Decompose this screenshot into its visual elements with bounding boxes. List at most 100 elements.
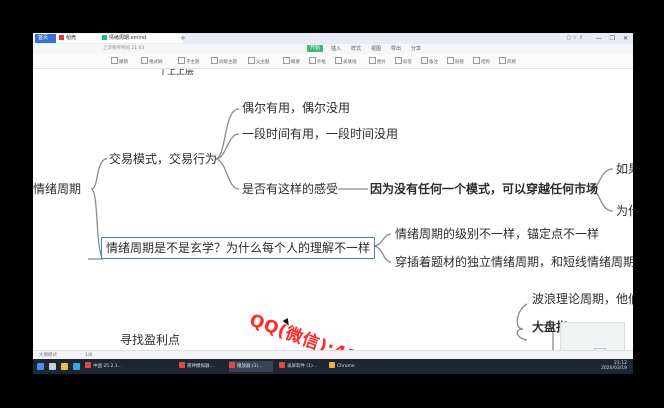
wps-icon — [59, 35, 64, 40]
tab-wps[interactable]: 稻壳 — [56, 34, 102, 43]
summary-button[interactable]: 概要 — [283, 57, 300, 67]
structure-label: 结构 — [481, 60, 490, 65]
subtopic-button[interactable]: 子主题 — [178, 57, 200, 67]
app2-icon — [179, 362, 185, 368]
taskbar-app-1[interactable]: 中国 25.2.1... — [85, 361, 125, 372]
menu-view[interactable]: 视图 — [371, 45, 381, 53]
app3-icon — [229, 362, 235, 368]
format-painter-button[interactable]: 格式刷 — [141, 57, 163, 67]
mindmap-canvas[interactable]: 上上层 情绪周期 交易模式，交易行为 偶尔有用，偶尔没用 一段时间有用，一段时间… — [33, 69, 633, 350]
undo-button[interactable]: 撤销 — [111, 57, 128, 67]
tag-label: 标签 — [403, 60, 412, 65]
summary-icon — [283, 57, 290, 64]
taskbar-app-3[interactable]: 播放器 (1)... — [229, 361, 273, 372]
taskbar-app-5[interactable]: Chrome — [329, 361, 369, 372]
windows-start-icon[interactable] — [37, 363, 44, 370]
menu-style[interactable]: 样式 — [351, 45, 361, 53]
node-right-mid[interactable]: 为什 — [616, 204, 633, 218]
tab-bar: 首页 稻壳 情绪周期.xmind + ▢ ☆ ⇪ — ❐ ✕ — [33, 33, 633, 44]
relationship-button[interactable]: 关联线 — [335, 57, 357, 67]
note-label: 备注 — [429, 60, 438, 65]
relationship-icon — [335, 57, 342, 64]
relationship-label: 关联线 — [343, 60, 357, 65]
sibling-topic-label: 同级主题 — [219, 60, 237, 65]
folder-icon[interactable] — [61, 363, 68, 370]
node-sometimes-useful[interactable]: 偶尔有用，偶尔没用 — [242, 101, 350, 115]
parent-topic-label: 父主题 — [256, 60, 270, 65]
format-painter-label: 格式刷 — [149, 60, 163, 65]
menu-share[interactable]: 分享 — [411, 45, 421, 53]
taskbar-app-4-label: 录屏软件 (1)... — [287, 364, 318, 369]
add-tab-button[interactable]: + — [180, 34, 186, 43]
taskbar-app-4[interactable]: 录屏软件 (1)... — [279, 361, 323, 372]
page-count: 1/8 — [85, 353, 93, 358]
node-wave[interactable]: 波浪理论周期，他们 — [532, 292, 633, 306]
connector-question-level — [372, 233, 392, 247]
link-button[interactable]: 链接 — [447, 57, 464, 67]
image-button[interactable]: 图片 — [369, 57, 386, 67]
search-icon[interactable] — [49, 363, 56, 370]
clock-date: 2020/03/19 — [601, 366, 627, 371]
tab-document[interactable]: 情绪周期.xmind — [99, 34, 183, 43]
save-status: 上次保存时间 21:03 — [103, 46, 145, 51]
taskbar-app-2-label: 夜神模拟器... — [187, 364, 214, 369]
taskbar: 中国 25.2.1... 夜神模拟器... 播放器 (1)... 录屏软件 (1… — [33, 359, 633, 374]
node-trade-mode[interactable]: 交易模式，交易行为 — [109, 152, 217, 166]
node-root[interactable]: 情绪周期 — [33, 182, 81, 196]
link-icon — [447, 57, 454, 64]
system-tray-clock[interactable]: 21:12 2020/03/19 — [601, 361, 627, 371]
taskbar-app-5-label: Chrome — [337, 364, 355, 369]
tag-button[interactable]: 标签 — [395, 57, 412, 67]
note-icon — [421, 57, 428, 64]
taskbar-app-1-label: 中国 25.2.1... — [93, 364, 123, 369]
toolbar: 撤销 格式刷 子主题 同级主题 父主题 概要 外框 关联线 图片 标签 备注 链… — [33, 54, 633, 69]
menu-start[interactable]: 开始 — [307, 45, 324, 52]
connector-root-trade — [90, 158, 107, 190]
node-profit[interactable]: 寻找盈利点 — [120, 333, 180, 347]
parent-topic-button[interactable]: 父主题 — [248, 57, 270, 67]
app4-icon — [279, 362, 285, 368]
theme-icon — [499, 57, 506, 64]
node-thread[interactable]: 穿插着题材的独立情绪周期，和短线情绪周期在 — [395, 255, 633, 269]
link-label: 链接 — [455, 60, 464, 65]
node-level[interactable]: 情绪周期的级别不一样，锚定点不一样 — [395, 227, 599, 241]
connector-trade-period — [214, 133, 240, 160]
edge-icon[interactable] — [73, 363, 80, 370]
image-icon — [369, 57, 376, 64]
undo-icon — [111, 57, 118, 64]
brush-icon — [141, 57, 148, 64]
subtopic-label: 子主题 — [186, 60, 200, 65]
connector-trade-feeling — [214, 158, 240, 190]
undo-label: 撤销 — [119, 60, 128, 65]
tag-icon — [395, 57, 402, 64]
node-reason[interactable]: 因为没有任何一个模式，可以穿越任何市场 — [370, 182, 598, 196]
connector-lower-wave — [516, 303, 528, 330]
theme-button[interactable]: 风格 — [499, 57, 516, 67]
subtopic-icon — [178, 57, 185, 64]
window-actions[interactable]: ▢ ☆ ⇪ — [566, 35, 583, 42]
connector-lower-market — [516, 328, 528, 341]
boundary-button[interactable]: 外框 — [309, 57, 326, 67]
connector-question-thread — [372, 245, 392, 263]
boundary-icon — [309, 57, 316, 64]
structure-icon — [473, 57, 480, 64]
sibling-topic-button[interactable]: 同级主题 — [211, 57, 237, 67]
outline-mode-label[interactable]: 大纲模式 — [39, 352, 57, 359]
taskbar-app-3-label: 播放器 (1)... — [237, 364, 263, 369]
tab-wps-label: 稻壳 — [66, 35, 77, 41]
structure-button[interactable]: 结构 — [473, 57, 490, 67]
app1-icon — [85, 362, 91, 368]
node-right-top[interactable]: 如果 — [616, 162, 633, 176]
taskbar-app-2[interactable]: 夜神模拟器... — [179, 361, 223, 372]
connector-trade-sometimes — [214, 108, 240, 160]
menu-export[interactable]: 导出 — [391, 45, 401, 53]
node-feeling[interactable]: 是否有这样的感受 — [242, 182, 338, 196]
boundary-label: 外框 — [317, 60, 326, 65]
menu-insert[interactable]: 插入 — [331, 45, 341, 53]
node-top-partial[interactable]: 上上层 — [167, 69, 194, 79]
tab-document-label: 情绪周期.xmind — [109, 35, 147, 41]
node-period-useful[interactable]: 一段时间有用，一段时间没用 — [242, 127, 398, 141]
node-question-selected[interactable]: 情绪周期是不是玄学？为什么每个人的理解不一样 — [101, 237, 376, 259]
note-button[interactable]: 备注 — [421, 57, 438, 67]
window-controls[interactable]: — ❐ ✕ — [596, 34, 631, 43]
